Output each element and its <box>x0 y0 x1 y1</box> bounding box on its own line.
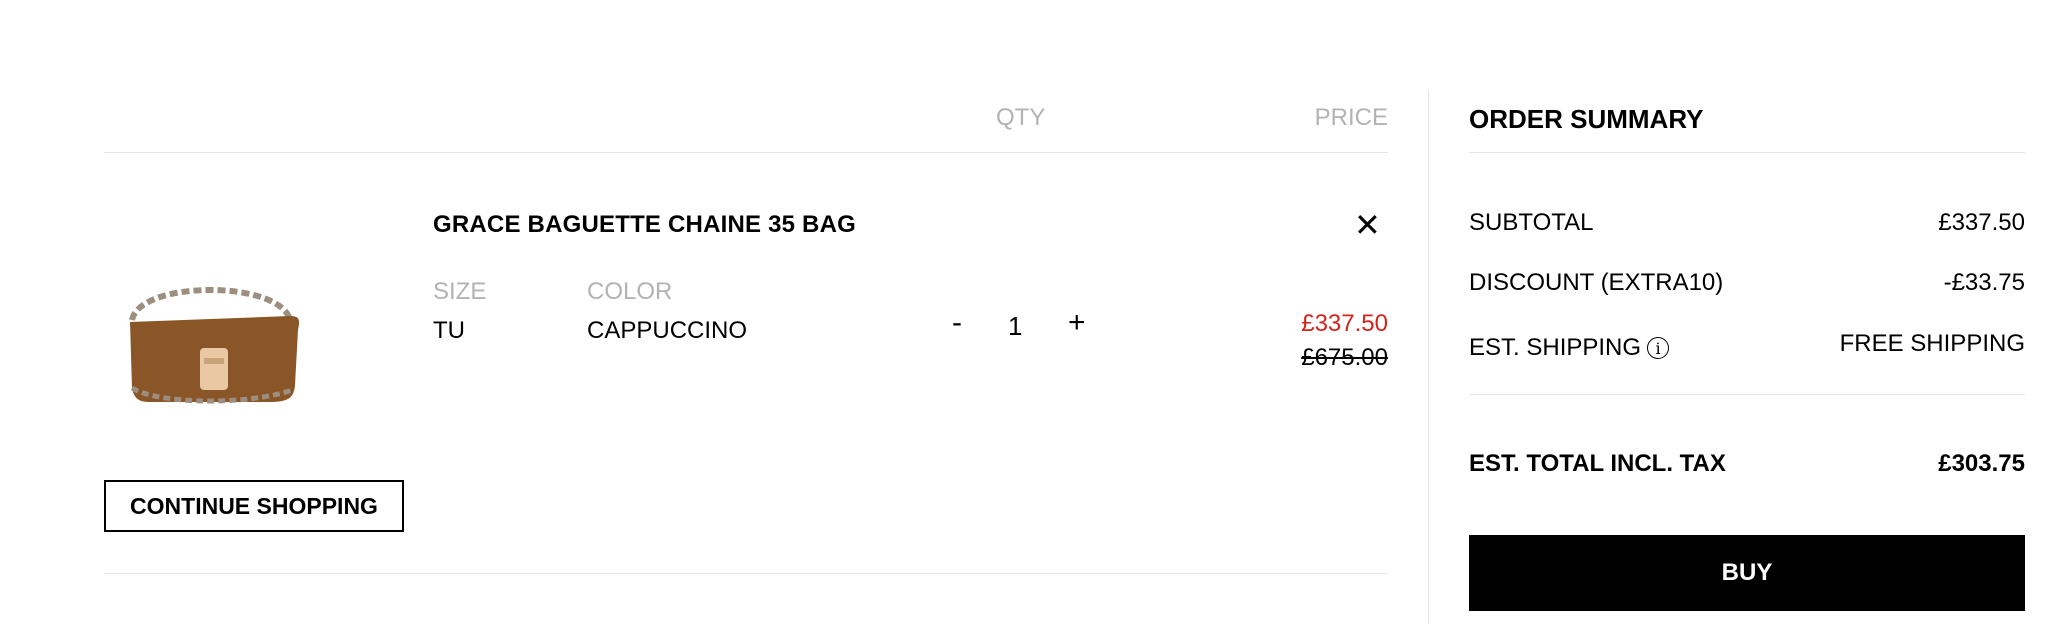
info-icon[interactable]: i <box>1647 337 1670 359</box>
price-column-header: PRICE <box>1314 104 1388 131</box>
size-value: TU <box>433 317 465 344</box>
continue-shopping-button[interactable]: CONTINUE SHOPPING <box>104 480 404 532</box>
color-value: CAPPUCCINO <box>587 317 748 344</box>
qty-increase-button[interactable]: + <box>1068 308 1086 338</box>
bag-clasp <box>200 348 228 390</box>
shipping-row: EST. SHIPPING i <box>1469 334 1670 362</box>
bag-chain <box>129 287 293 322</box>
qty-column-header: QTY <box>996 104 1046 131</box>
subtotal-value: £337.50 <box>1938 209 2025 236</box>
bag-thumbnail <box>129 287 300 404</box>
discount-value: -£33.75 <box>1943 269 2025 296</box>
original-price: £675.00 <box>1301 344 1388 371</box>
product-image[interactable] <box>120 270 310 420</box>
discount-label: DISCOUNT (EXTRA10) <box>1469 269 1724 296</box>
shipping-label: EST. SHIPPING <box>1469 334 1642 361</box>
sale-price: £337.50 <box>1301 310 1388 337</box>
subtotal-label: SUBTOTAL <box>1469 209 1594 236</box>
close-icon: ✕ <box>1354 207 1381 243</box>
summary-total-divider <box>1469 394 2025 395</box>
cart-bottom-divider <box>104 573 1388 574</box>
qty-decrease-button[interactable]: - <box>952 308 962 338</box>
shipping-value: FREE SHIPPING <box>1839 330 2025 357</box>
summary-header-divider <box>1469 152 2025 153</box>
remove-item-button[interactable]: ✕ <box>1354 209 1381 241</box>
size-label: SIZE <box>433 278 487 305</box>
buy-button[interactable]: BUY <box>1469 535 2025 611</box>
column-divider <box>1428 90 1429 624</box>
product-name[interactable]: GRACE BAGUETTE CHAINE 35 BAG <box>433 211 856 239</box>
order-summary-title: ORDER SUMMARY <box>1469 104 1704 134</box>
total-value: £303.75 <box>1938 450 2025 477</box>
qty-value[interactable]: 1 <box>1008 311 1022 342</box>
total-label: EST. TOTAL INCL. TAX <box>1469 450 1726 477</box>
header-divider <box>104 152 1388 153</box>
color-label: COLOR <box>587 278 673 305</box>
